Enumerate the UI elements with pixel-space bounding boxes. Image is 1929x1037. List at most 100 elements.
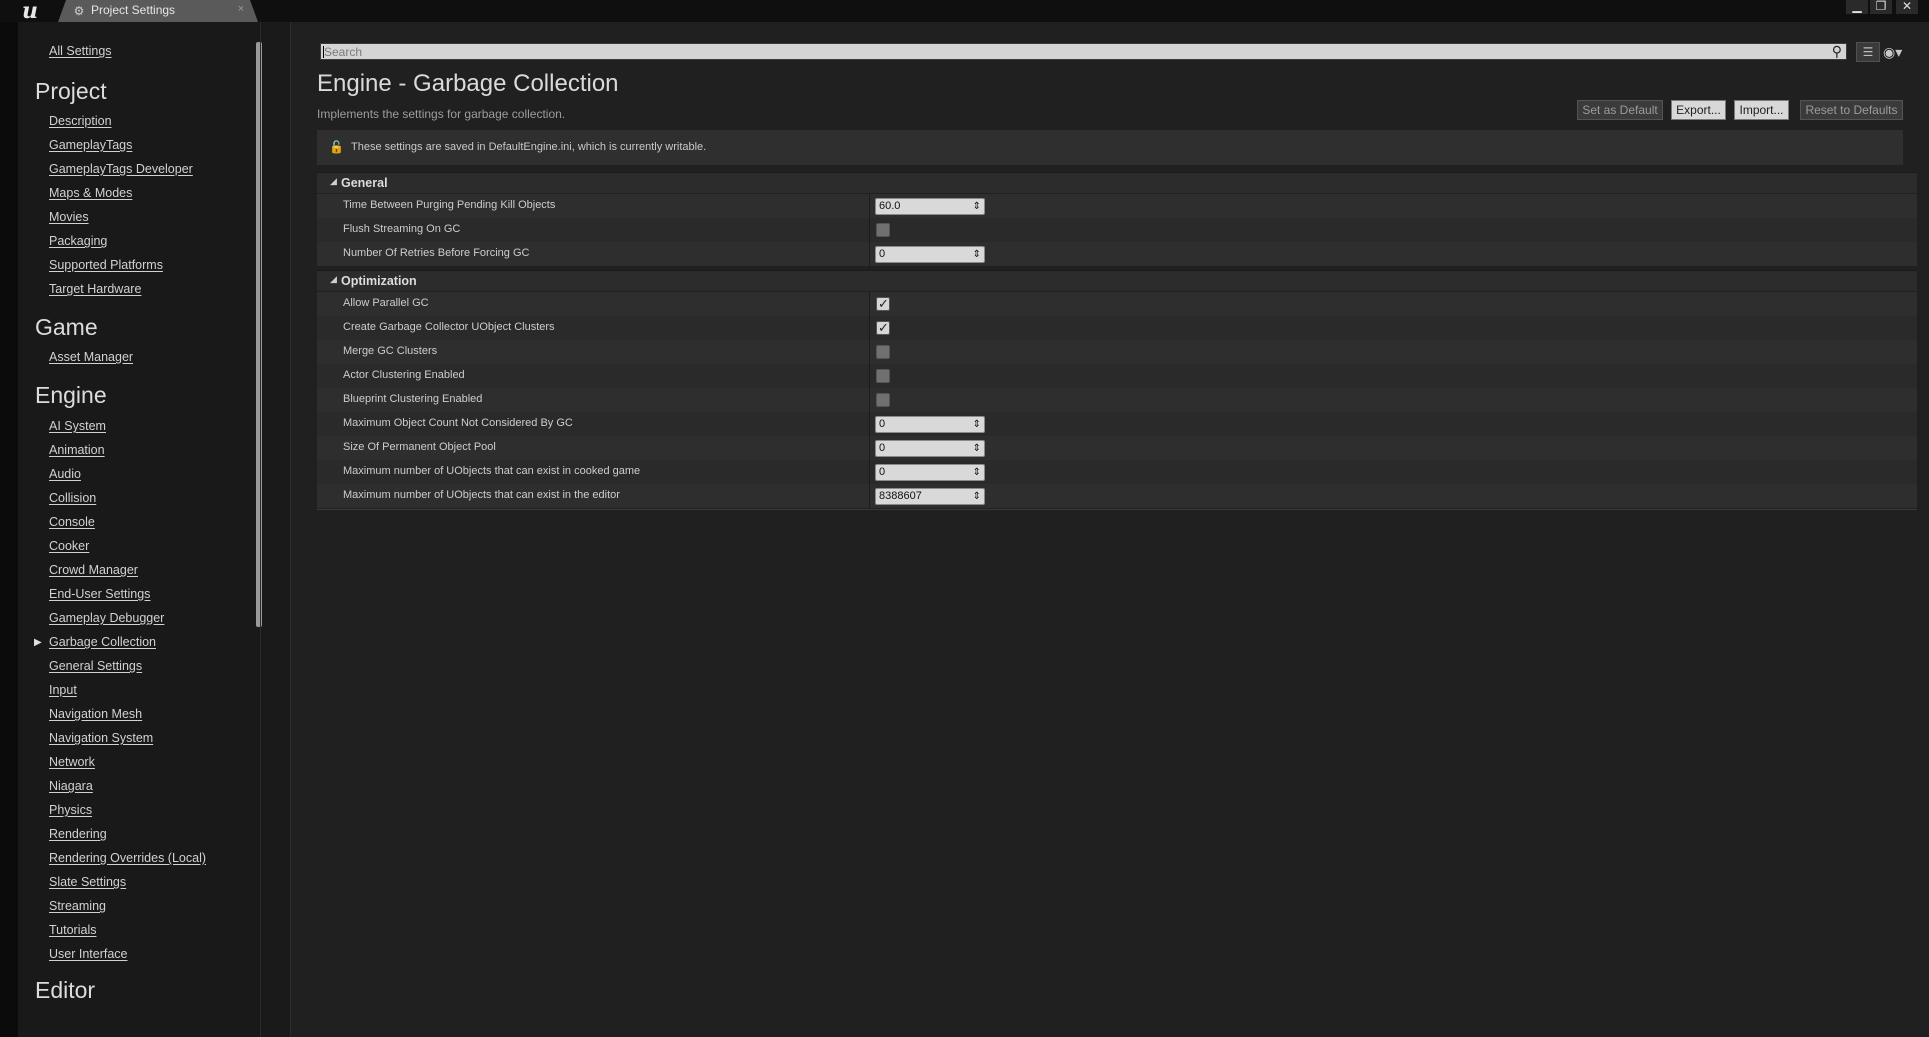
section-general-header[interactable]: ◢ General (317, 172, 1917, 193)
property-name: Merge GC Clusters (343, 345, 438, 357)
sidebar-item-physics[interactable]: Physics (49, 803, 92, 817)
close-window-button[interactable]: ✕ (1896, 0, 1918, 14)
sidebar-item-network[interactable]: Network (49, 755, 95, 769)
sidebar-item-user-interface[interactable]: User Interface (49, 947, 128, 961)
checkbox[interactable] (876, 345, 890, 359)
sidebar-item-garbage-collection[interactable]: Garbage Collection (49, 635, 156, 649)
spin-arrows-icon[interactable]: ⇕ (973, 441, 981, 456)
sidebar-item-navigation-system[interactable]: Navigation System (49, 731, 153, 745)
property-name: Actor Clustering Enabled (343, 369, 465, 381)
page-subtitle: Implements the settings for garbage coll… (317, 107, 566, 121)
sidebar-item-input[interactable]: Input (49, 683, 77, 697)
property-row: Size Of Permanent Object Pool 0 ⇕ (317, 436, 1917, 460)
spin-arrows-icon[interactable]: ⇕ (973, 417, 981, 432)
number-value: 8388607 (879, 490, 922, 502)
import-button[interactable]: Import... (1734, 100, 1789, 120)
sidebar-item-gameplaytags-developer[interactable]: GameplayTags Developer (49, 162, 193, 176)
sidebar-item-streaming[interactable]: Streaming (49, 899, 106, 913)
sidebar-item-ai-system[interactable]: AI System (49, 419, 106, 433)
column-divider[interactable] (869, 436, 870, 460)
column-divider[interactable] (869, 218, 870, 242)
view-options-button[interactable]: ☰ (1856, 42, 1880, 62)
eye-icon[interactable]: ◉▾ (1883, 44, 1902, 61)
number-input[interactable]: 0 ⇕ (875, 464, 985, 481)
unreal-logo-icon[interactable]: u (14, 0, 46, 22)
number-value: 0 (879, 466, 886, 478)
number-input[interactable]: 0 ⇕ (875, 416, 985, 433)
check-icon: ✓ (878, 320, 889, 335)
search-icon[interactable]: ⚲ (1832, 44, 1842, 59)
sidebar-item-packaging[interactable]: Packaging (49, 234, 107, 248)
tab-close-icon[interactable]: × (238, 3, 244, 15)
section-label: General (341, 176, 388, 190)
sidebar-item-end-user-settings[interactable]: End-User Settings (49, 587, 150, 601)
column-divider[interactable] (869, 340, 870, 364)
sidebar-item-maps-modes[interactable]: Maps & Modes (49, 186, 132, 200)
sidebar-item-navigation-mesh[interactable]: Navigation Mesh (49, 707, 142, 721)
sidebar-item-gameplaytags[interactable]: GameplayTags (49, 138, 132, 152)
details-panel-bottom (317, 509, 1917, 510)
sidebar-item-console[interactable]: Console (49, 515, 95, 529)
column-divider[interactable] (869, 388, 870, 412)
sidebar-item-slate-settings[interactable]: Slate Settings (49, 875, 126, 889)
sidebar-item-rendering[interactable]: Rendering (49, 827, 107, 841)
left-frame (0, 22, 18, 1037)
search-input[interactable]: Search ⚲ (320, 43, 1847, 60)
set-as-default-button[interactable]: Set as Default (1577, 100, 1663, 120)
sidebar-item-collision[interactable]: Collision (49, 491, 96, 505)
column-divider[interactable] (869, 316, 870, 340)
column-divider[interactable] (869, 484, 870, 508)
sidebar-item-animation[interactable]: Animation (49, 443, 105, 457)
column-divider[interactable] (869, 364, 870, 388)
title-bar: u ⚙ Project Settings × ▁ ❐ ✕ (0, 0, 1929, 22)
number-input[interactable]: 0 ⇕ (875, 440, 985, 457)
checkbox[interactable]: ✓ (876, 296, 890, 311)
sidebar-item-asset-manager[interactable]: Asset Manager (49, 350, 133, 364)
spin-arrows-icon[interactable]: ⇕ (973, 199, 981, 214)
column-divider[interactable] (869, 242, 870, 266)
column-divider[interactable] (869, 460, 870, 484)
minimize-button[interactable]: ▁ (1846, 0, 1868, 14)
property-name: Size Of Permanent Object Pool (343, 441, 496, 453)
splitter-gutter[interactable] (262, 22, 290, 1037)
column-divider[interactable] (869, 194, 870, 218)
checkbox[interactable] (876, 393, 890, 407)
sidebar-item-crowd-manager[interactable]: Crowd Manager (49, 563, 138, 577)
tab-project-settings[interactable]: ⚙ Project Settings × (58, 0, 258, 22)
sidebar-divider (260, 22, 261, 1037)
sidebar-item-gameplay-debugger[interactable]: Gameplay Debugger (49, 611, 164, 625)
number-input[interactable]: 0 ⇕ (875, 246, 985, 263)
spin-arrows-icon[interactable]: ⇕ (973, 489, 981, 504)
sidebar-item-audio[interactable]: Audio (49, 467, 81, 481)
spin-arrows-icon[interactable]: ⇕ (973, 465, 981, 480)
sidebar-item-supported-platforms[interactable]: Supported Platforms (49, 258, 163, 272)
property-row: Maximum number of UObjects that can exis… (317, 460, 1917, 484)
export-button[interactable]: Export... (1671, 100, 1726, 120)
reset-to-defaults-button[interactable]: Reset to Defaults (1800, 100, 1903, 120)
sidebar-item-description[interactable]: Description (49, 114, 112, 128)
section-optimization-header[interactable]: ◢ Optimization (317, 270, 1917, 291)
column-divider[interactable] (869, 292, 870, 316)
checkbox[interactable]: ✓ (876, 320, 890, 335)
notice-text: These settings are saved in DefaultEngin… (351, 141, 707, 153)
sidebar-item-movies[interactable]: Movies (49, 210, 89, 224)
number-value: 60.0 (879, 200, 901, 212)
property-row: Maximum number of UObjects that can exis… (317, 484, 1917, 508)
sidebar-item-general-settings[interactable]: General Settings (49, 659, 142, 673)
sidebar-item-target-hardware[interactable]: Target Hardware (49, 282, 141, 296)
property-name: Blueprint Clustering Enabled (343, 393, 483, 405)
checkbox[interactable] (876, 369, 890, 383)
sidebar-item-cooker[interactable]: Cooker (49, 539, 89, 553)
property-row: Blueprint Clustering Enabled (317, 388, 1917, 412)
column-divider[interactable] (869, 412, 870, 436)
sidebar-item-rendering-overrides[interactable]: Rendering Overrides (Local) (49, 851, 206, 865)
sidebar-item-tutorials[interactable]: Tutorials (49, 923, 96, 937)
spin-arrows-icon[interactable]: ⇕ (973, 247, 981, 262)
sidebar-item-all-settings[interactable]: All Settings (49, 44, 112, 58)
sidebar-item-niagara[interactable]: Niagara (49, 779, 93, 793)
number-input[interactable]: 8388607 ⇕ (875, 488, 985, 505)
checkbox[interactable] (876, 223, 890, 237)
restore-button[interactable]: ❐ (1870, 0, 1892, 14)
property-name: Flush Streaming On GC (343, 223, 461, 235)
number-input[interactable]: 60.0 ⇕ (875, 198, 985, 215)
